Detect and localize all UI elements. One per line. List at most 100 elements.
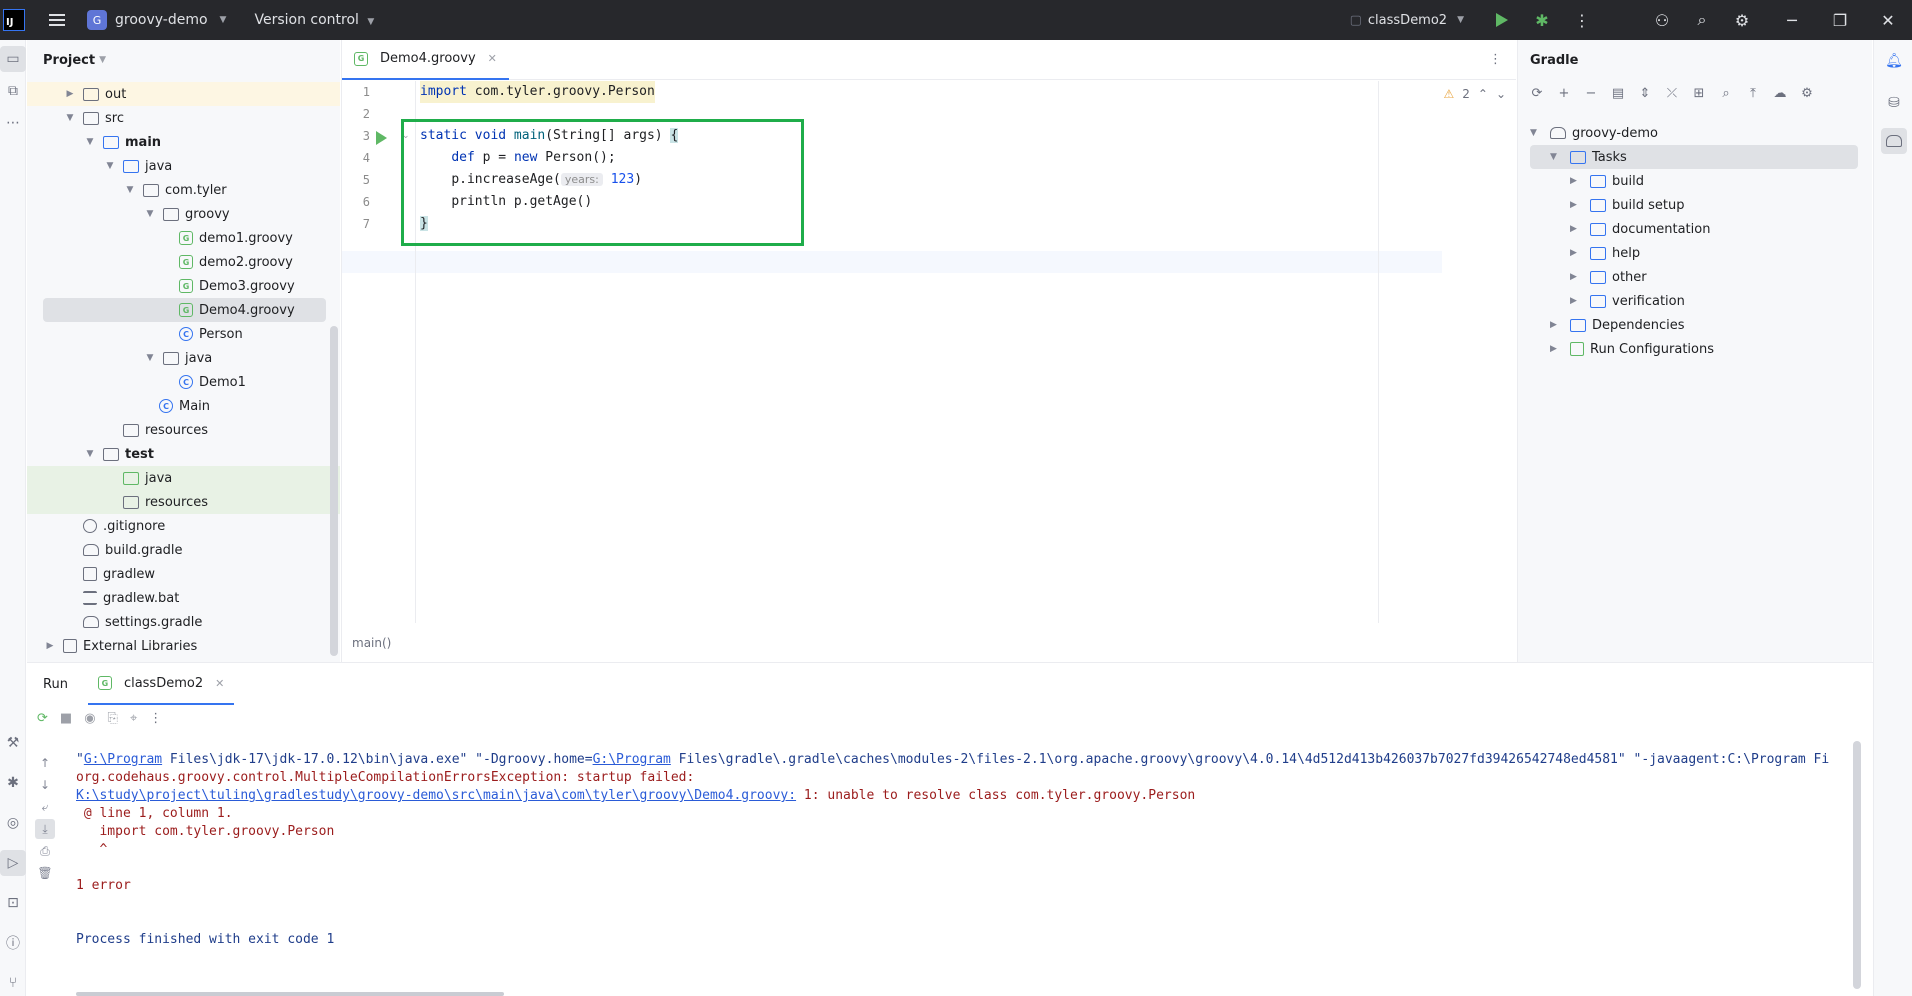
gradle-root-groovy-demo[interactable]: ▼ groovy-demo (1530, 121, 1658, 145)
tree-item-groovy[interactable]: ▼ groovy (27, 202, 230, 226)
run-gutter-button[interactable] (376, 131, 387, 149)
tree-item-demo4-groovy[interactable]: G Demo4.groovy (43, 298, 326, 322)
chevron-down-icon[interactable]: ⌄ (1496, 87, 1506, 101)
close-window-button[interactable]: ✕ (1864, 0, 1912, 40)
console-horizontal-scrollbar[interactable] (76, 992, 504, 996)
problems-tool-button[interactable]: ⓘ (0, 930, 26, 956)
tasks-icon[interactable]: ▤ (1609, 86, 1627, 110)
tree-item-java[interactable]: ▼ java (27, 154, 173, 178)
offline-mode-icon[interactable]: ☁ (1771, 86, 1789, 110)
console-link[interactable]: G:\Program (84, 752, 162, 767)
console-link[interactable]: G:\Program (593, 752, 671, 767)
soft-wrap-icon[interactable]: ⤶ (35, 797, 55, 817)
breadcrumb-item[interactable]: main() (352, 636, 391, 650)
gradle-task-other[interactable]: ▶ other (1570, 265, 1647, 289)
rerun-icon[interactable]: ⟳ (37, 711, 48, 726)
tree-item-person[interactable]: C Person (27, 322, 243, 346)
tree-item-main-class[interactable]: C Main (27, 394, 210, 418)
gradle-tasks[interactable]: ▼ Tasks (1530, 145, 1858, 169)
tree-item-test-resources[interactable]: resources (27, 490, 340, 514)
tree-item-gradlew-bat[interactable]: gradlew.bat (27, 586, 179, 610)
version-control-menu[interactable]: Version control ▼ (254, 12, 374, 28)
tree-item-settings-gradle[interactable]: settings.gradle (27, 610, 202, 634)
gradle-task-help[interactable]: ▶ help (1570, 241, 1640, 265)
gradle-task-build[interactable]: ▶ build (1570, 169, 1644, 193)
tree-item-com-tyler[interactable]: ▼ com.tyler (27, 178, 227, 202)
tab-demo4-groovy[interactable]: G Demo4.groovy ✕ (342, 40, 509, 80)
project-switcher[interactable]: G groovy-demo ▼ (87, 10, 226, 30)
tree-item-src[interactable]: ▼ src (27, 106, 124, 130)
gradle-run-configurations[interactable]: ▶ Run Configurations (1550, 337, 1714, 361)
tree-item-out[interactable]: ▶ out (27, 82, 340, 106)
breadcrumb[interactable]: main() (342, 623, 1517, 662)
settings-button[interactable]: ⚙ (1722, 0, 1762, 40)
more-tools-button[interactable]: ⋯ (0, 110, 26, 136)
search-button[interactable]: ⌕ (1682, 0, 1722, 40)
tree-item-java-package[interactable]: ▼ java (27, 346, 213, 370)
refresh-icon[interactable]: ⟳ (1528, 86, 1546, 110)
gradle-task-documentation[interactable]: ▶ documentation (1570, 217, 1710, 241)
gradle-tool-button[interactable] (1881, 128, 1907, 154)
add-icon[interactable]: + (1555, 86, 1573, 110)
dependencies-icon[interactable]: ⊞ (1690, 86, 1708, 110)
gradle-settings-icon[interactable]: ⚙ (1798, 86, 1816, 110)
close-icon[interactable]: ✕ (215, 677, 224, 690)
restore-layout-icon[interactable]: ⎘ (108, 711, 118, 726)
services-tool-button[interactable]: ◎ (0, 810, 26, 836)
intellij-logo[interactable]: IJ (3, 9, 25, 31)
arrow-up-icon[interactable]: ↑ (35, 753, 55, 773)
trash-icon[interactable]: 🗑︎ (35, 863, 55, 883)
console-link[interactable]: K:\study\project\tuling\gradlestudy\groo… (76, 788, 796, 803)
stop-icon[interactable]: ■ (60, 711, 72, 726)
debug-button[interactable]: ✱ (1522, 0, 1562, 40)
tree-item-test-java[interactable]: java (27, 466, 340, 490)
terminal-tool-button[interactable]: ⊡ (0, 890, 26, 916)
tree-item-build-gradle[interactable]: build.gradle (27, 538, 183, 562)
gradle-task-build-setup[interactable]: ▶ build setup (1570, 193, 1684, 217)
run-button[interactable] (1482, 0, 1522, 40)
tree-item-resources[interactable]: resources (27, 418, 208, 442)
notifications-button[interactable]: 🔔︎ (1881, 48, 1907, 74)
collapse-all-icon[interactable]: ⤫ (1663, 86, 1681, 110)
project-panel-header[interactable]: Project ▼ (27, 40, 340, 80)
project-tool-button[interactable]: ▭ (0, 46, 26, 72)
print-icon[interactable]: ⎙ (35, 841, 55, 861)
inspection-widget[interactable]: ⚠ 2 ⌃ ⌄ (1443, 87, 1506, 101)
database-button[interactable]: ⛁ (1881, 90, 1907, 116)
expand-all-icon[interactable]: ⇕ (1636, 86, 1654, 110)
build-tool-button[interactable]: ⚒ (0, 730, 26, 756)
console-scrollbar[interactable] (1853, 741, 1861, 989)
tree-item-test[interactable]: ▼ test (27, 442, 154, 466)
chevron-up-icon[interactable]: ⌃ (1478, 87, 1488, 101)
code-with-me-button[interactable]: ⚇ (1642, 0, 1682, 40)
remove-icon[interactable]: − (1582, 86, 1600, 110)
structure-tool-button[interactable]: ⧉ (0, 78, 26, 104)
run-configuration-selector[interactable]: ▢ classDemo2 ▼ (1350, 13, 1464, 28)
arrow-down-icon[interactable]: ↓ (35, 775, 55, 795)
analyze-icon[interactable]: ⌕ (1717, 86, 1735, 110)
tree-item-demo1-groovy[interactable]: Gdemo1.groovy (27, 226, 293, 250)
more-vertical-icon[interactable]: ⋮ (1489, 52, 1502, 67)
tree-item-gitignore[interactable]: .gitignore (27, 514, 165, 538)
tab-classdemo2[interactable]: G classDemo2 ✕ (87, 663, 235, 705)
toggle-offline-icon[interactable]: ⤒ (1744, 86, 1762, 110)
run-tool-button[interactable]: ▷ (0, 850, 26, 876)
more-actions-button[interactable]: ⋮ (1562, 0, 1602, 40)
tree-item-main[interactable]: ▼ main (27, 130, 162, 154)
console-output[interactable]: "G:\Program Files\jdk-17\jdk-17.0.12\bin… (76, 741, 1896, 996)
more-vertical-icon[interactable]: ⋮ (149, 711, 162, 726)
scroll-to-end-icon[interactable]: ⤓ (35, 819, 55, 839)
git-tool-button[interactable]: ⑂ (0, 970, 26, 996)
main-menu-icon[interactable] (37, 0, 77, 40)
tree-item-external-libraries[interactable]: ▶ External Libraries (27, 634, 198, 658)
minimize-button[interactable]: ─ (1768, 0, 1816, 40)
tree-item-demo3-groovy[interactable]: G Demo3.groovy (27, 274, 295, 298)
close-icon[interactable]: ✕ (488, 52, 497, 65)
camera-icon[interactable]: ◉ (84, 711, 95, 726)
tree-item-demo2-groovy[interactable]: Gdemo2.groovy (27, 250, 293, 274)
tree-item-demo1[interactable]: C Demo1 (27, 370, 246, 394)
pin-icon[interactable]: ⌖ (130, 711, 137, 726)
tree-item-gradlew[interactable]: gradlew (27, 562, 155, 586)
project-scrollbar[interactable] (330, 326, 338, 656)
gradle-task-verification[interactable]: ▶ verification (1570, 289, 1685, 313)
